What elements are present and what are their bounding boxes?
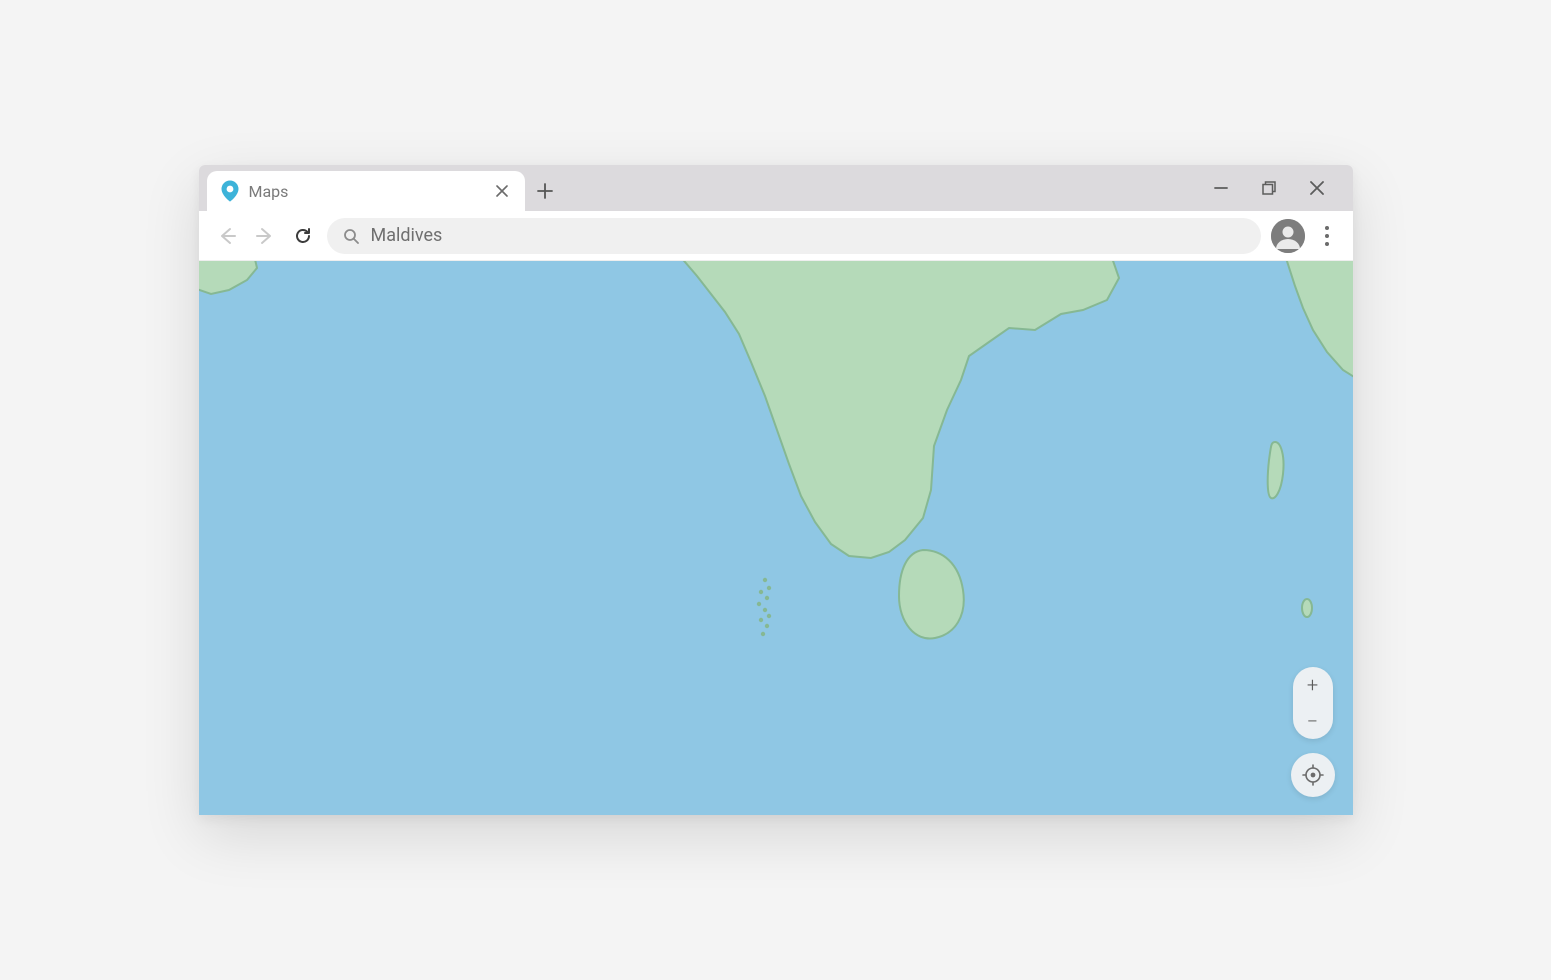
zoom-in-button[interactable]: + — [1293, 667, 1333, 703]
address-input[interactable] — [371, 225, 1245, 246]
back-arrow-icon — [217, 226, 237, 246]
kebab-dot — [1325, 234, 1329, 238]
window-maximize-button[interactable] — [1259, 178, 1279, 198]
window-minimize-button[interactable] — [1211, 178, 1231, 198]
address-bar[interactable] — [327, 218, 1261, 254]
reload-icon — [293, 226, 313, 246]
tab-bar: Maps — [199, 165, 1353, 211]
zoom-out-button[interactable]: − — [1293, 703, 1333, 739]
kebab-dot — [1325, 242, 1329, 246]
minimize-icon — [1214, 181, 1228, 195]
locate-me-button[interactable] — [1291, 753, 1335, 797]
search-icon — [343, 228, 359, 244]
locate-icon — [1302, 764, 1324, 786]
kebab-dot — [1325, 226, 1329, 230]
tab-close-button[interactable] — [493, 182, 511, 200]
avatar-icon — [1271, 219, 1305, 253]
nav-reload-button[interactable] — [289, 222, 317, 250]
map-controls: + − — [1291, 667, 1335, 797]
browser-menu-button[interactable] — [1315, 221, 1339, 251]
close-icon — [496, 185, 508, 197]
maximize-icon — [1262, 181, 1276, 195]
land-island-east-2 — [1302, 599, 1312, 617]
map-svg — [199, 261, 1353, 815]
window-controls — [1211, 165, 1345, 211]
browser-window: Maps — [199, 165, 1353, 815]
plus-icon — [537, 183, 553, 199]
new-tab-button[interactable] — [525, 171, 565, 211]
profile-avatar-button[interactable] — [1271, 219, 1305, 253]
tab-title: Maps — [249, 182, 483, 201]
window-close-icon — [1310, 181, 1324, 195]
nav-back-button[interactable] — [213, 222, 241, 250]
nav-forward-button[interactable] — [251, 222, 279, 250]
zoom-out-label: − — [1307, 709, 1318, 733]
zoom-in-label: + — [1307, 673, 1318, 697]
pin-icon — [221, 180, 239, 202]
browser-tab-maps[interactable]: Maps — [207, 171, 525, 211]
map-viewport[interactable]: + − — [199, 261, 1353, 815]
address-bar-row — [199, 211, 1353, 261]
forward-arrow-icon — [255, 226, 275, 246]
window-close-button[interactable] — [1307, 178, 1327, 198]
zoom-control: + − — [1293, 667, 1333, 739]
